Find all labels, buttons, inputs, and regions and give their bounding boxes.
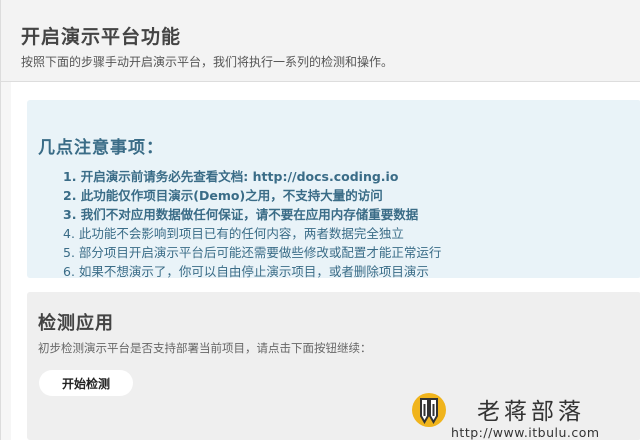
notice-item: 4. 此功能不会影响到项目已有的任何内容，两者数据完全独立 (63, 226, 404, 241)
watermark-url: http://www.itbulu.com (451, 425, 600, 440)
page-title: 开启演示平台功能 (21, 26, 182, 48)
watermark-name: 老蒋部落 (477, 399, 585, 425)
watermark: 老蒋部落 http://www.itbulu.com (411, 392, 640, 440)
main-content: 几点注意事项： 1. 开启演示前请务必先查看文档: http://docs.co… (11, 82, 640, 440)
page-header: 开启演示平台功能 按照下面的步骤手动开启演示平台，我们将执行一系列的检测和操作。 (1, 0, 640, 82)
app-frame: 开启演示平台功能 按照下面的步骤手动开启演示平台，我们将执行一系列的检测和操作。… (0, 0, 640, 440)
notice-panel: 几点注意事项： 1. 开启演示前请务必先查看文档: http://docs.co… (27, 100, 640, 281)
notice-item: 3. 我们不对应用数据做任何保证，请不要在应用内存储重要数据 (63, 207, 419, 222)
pencil-shield-icon (412, 393, 446, 427)
start-detect-button[interactable]: 开始检测 (39, 370, 133, 396)
detect-description: 初步检测演示平台是否支持部署当前项目，请点击下面按钮继续： (38, 341, 372, 355)
notice-title: 几点注意事项： (38, 138, 164, 158)
notice-item: 6. 如果不想演示了，你可以自由停止演示项目，或者删除项目演示 (63, 264, 429, 279)
notice-item: 5. 部分项目开启演示平台后可能还需要做些修改或配置才能正常运行 (63, 245, 442, 260)
notice-item: 1. 开启演示前请务必先查看文档: http://docs.coding.io (63, 169, 399, 184)
detect-title: 检测应用 (38, 313, 114, 334)
notice-item: 2. 此功能仅作项目演示(Demo)之用，不支持大量的访问 (63, 188, 383, 203)
notice-list: 1. 开启演示前请务必先查看文档: http://docs.coding.io … (63, 167, 441, 281)
page-description: 按照下面的步骤手动开启演示平台，我们将执行一系列的检测和操作。 (21, 55, 394, 69)
